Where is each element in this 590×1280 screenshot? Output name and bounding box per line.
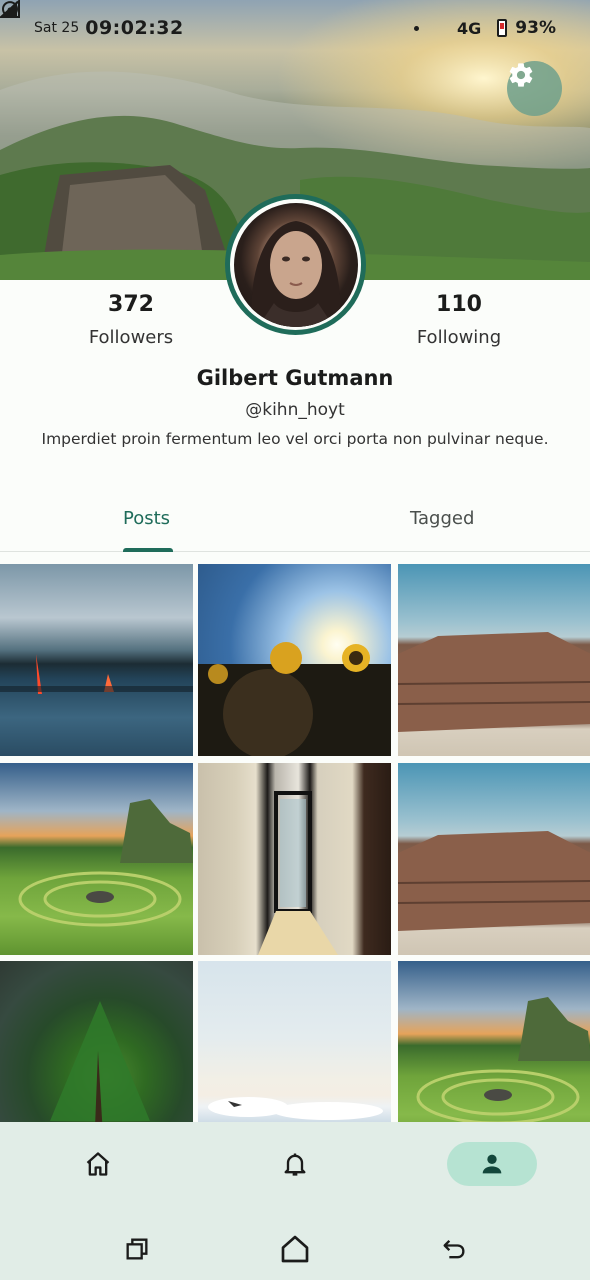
nav-profile[interactable]	[447, 1142, 537, 1186]
profile-name: Gilbert Gutmann	[196, 366, 394, 390]
post-brick-ruins[interactable]	[398, 564, 590, 756]
gear-icon	[509, 63, 533, 87]
settings-button[interactable]	[507, 61, 562, 116]
person-icon	[482, 1154, 502, 1174]
followers-stat[interactable]: 372 Followers	[51, 292, 211, 348]
profile-handle: @kihn_hoyt	[245, 400, 345, 420]
post-sunflowers[interactable]	[198, 564, 391, 756]
bell-icon	[284, 1153, 306, 1176]
home-icon	[86, 1152, 110, 1176]
battery-percent: 93%	[515, 18, 556, 38]
posts-grid	[0, 564, 590, 1122]
followers-label: Followers	[88, 327, 174, 348]
following-label: Following	[416, 327, 502, 348]
post-pine-tree[interactable]	[0, 961, 193, 1122]
tab-tagged[interactable]: Tagged	[410, 508, 474, 529]
following-stat[interactable]: 110 Following	[379, 292, 539, 348]
nav-home[interactable]	[53, 1142, 143, 1186]
status-time: 09:02:32	[85, 17, 184, 39]
nav-notifications[interactable]	[250, 1142, 340, 1186]
system-home-icon	[281, 1235, 309, 1263]
recents-icon	[126, 1238, 148, 1260]
avatar-ring[interactable]	[225, 194, 366, 335]
tab-indicator	[123, 548, 173, 552]
back-icon	[443, 1240, 465, 1259]
avatar	[233, 202, 358, 327]
post-doorway[interactable]	[198, 763, 391, 955]
post-clouds[interactable]	[198, 961, 391, 1122]
network-type: 4G	[457, 18, 482, 38]
system-navigation	[0, 1218, 590, 1280]
battery-icon	[497, 19, 508, 37]
status-date: Sat 25	[34, 20, 80, 36]
post-lava-sea[interactable]	[0, 564, 193, 756]
tab-posts[interactable]: Posts	[123, 508, 170, 529]
notification-dot-icon	[414, 25, 420, 31]
profile-bio: Imperdiet proin fermentum leo vel orci p…	[41, 430, 549, 448]
back-button[interactable]	[437, 1232, 471, 1266]
system-home-button[interactable]	[278, 1232, 312, 1266]
post-brick-ruins-2[interactable]	[398, 763, 590, 955]
followers-count: 372	[108, 292, 154, 317]
status-icons: 4G 93%	[0, 0, 556, 38]
status-bar: Sat 25 09:02:32 4G 93%	[0, 0, 590, 56]
post-fairy-circle-2[interactable]	[398, 961, 590, 1122]
post-fairy-circle[interactable]	[0, 763, 193, 955]
bottom-navigation	[0, 1122, 590, 1218]
following-count: 110	[436, 292, 482, 317]
profile-tabs: Posts Tagged	[0, 492, 590, 552]
recents-button[interactable]	[120, 1232, 154, 1266]
